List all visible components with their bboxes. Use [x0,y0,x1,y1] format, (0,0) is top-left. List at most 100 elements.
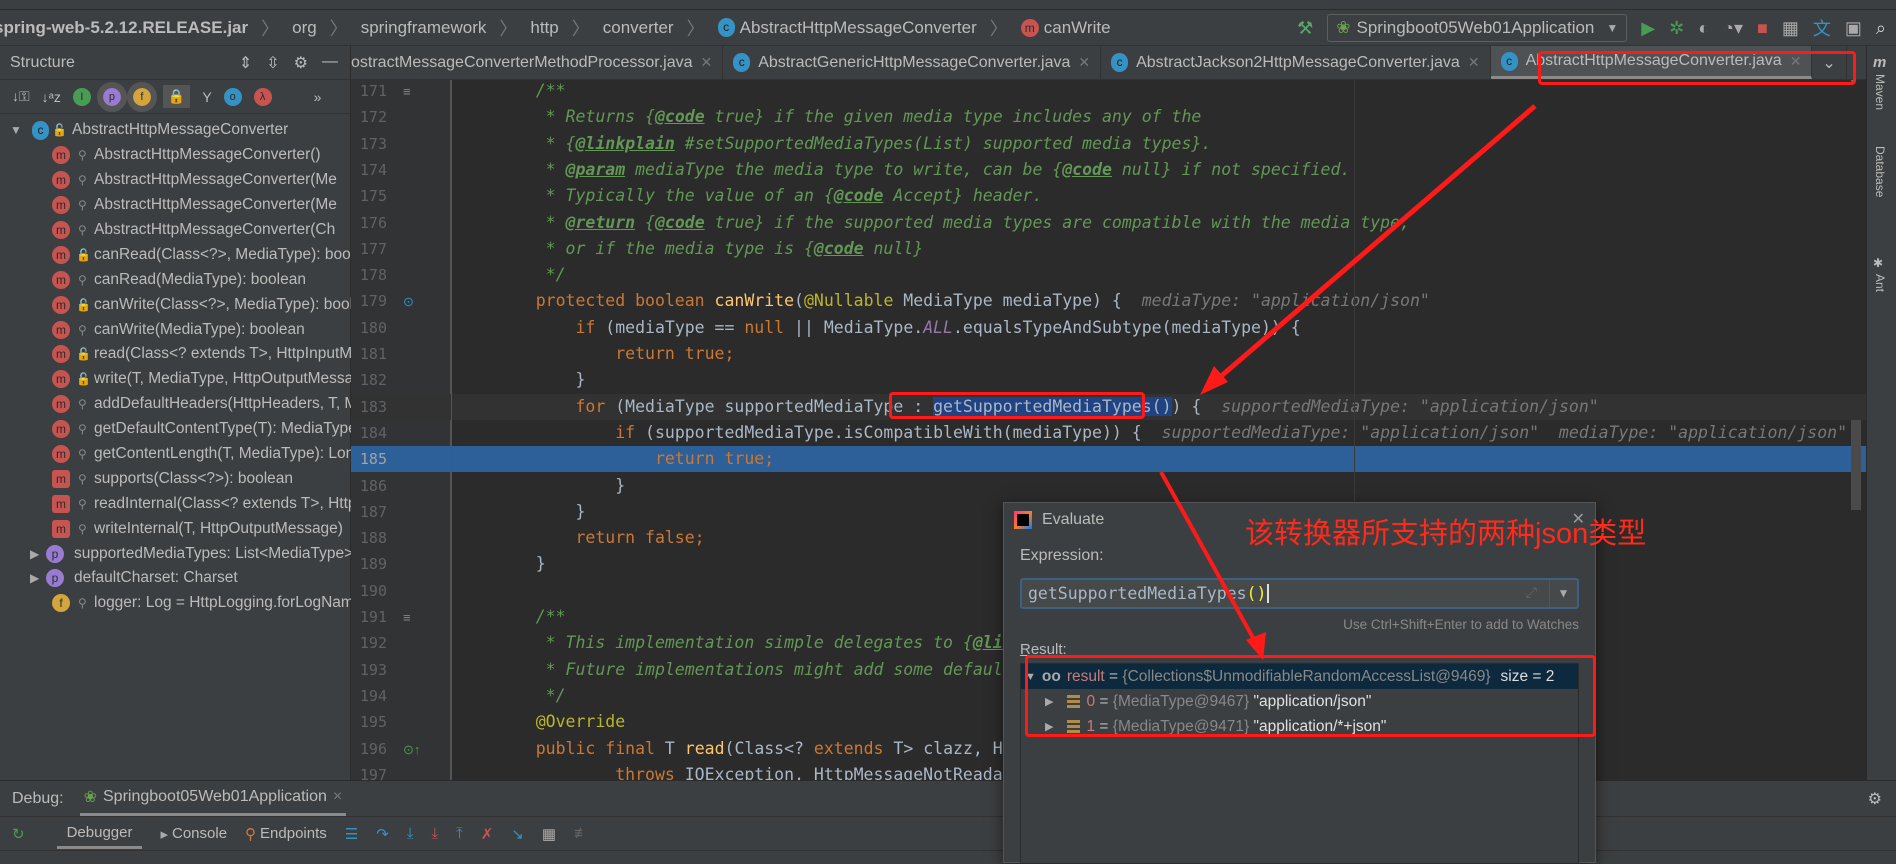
trace-icon[interactable]: ≢ [574,825,589,842]
anonymous-classes-icon[interactable]: o [223,87,242,106]
tree-item[interactable]: m ⚲ supports(Class<?>): boolean [0,466,351,491]
breakpoint-override-icon[interactable]: ⊙ [403,294,414,310]
tree-item[interactable]: m ⚲ AbstractHttpMessageConverter(Me [0,193,351,218]
lambdas-icon[interactable]: λ [253,87,272,106]
stop-icon[interactable]: ■ [1757,18,1768,39]
tab-endpoints[interactable]: Endpoints [260,825,327,842]
breadcrumb-jar[interactable]: spring-web-5.2.12.RELEASE.jar [0,18,248,38]
presentation-icon[interactable]: ▣ [1845,18,1862,39]
expand-arrow-icon[interactable]: ▼ [10,123,22,137]
tree-item[interactable]: m ⚲ AbstractHttpMessageConverter() [0,143,351,168]
show-execution-point-icon[interactable]: ↷ [376,825,389,843]
tool-database[interactable]: Database [1873,146,1887,197]
more-icon[interactable]: » [314,89,322,105]
editor-tab[interactable]: c AbstractJackson2HttpMessageConverter.ja… [1101,46,1491,79]
close-icon[interactable]: ✕ [1078,54,1090,71]
history-dropdown-icon[interactable]: ▼ [1549,580,1577,607]
debug-session-tab[interactable]: ❀ Springboot05Web01Application × [79,781,347,816]
show-properties-icon[interactable]: p [96,81,127,112]
tree-item[interactable]: m ⚲ AbstractHttpMessageConverter(Ch [0,218,351,243]
tool-ant[interactable]: Ant [1873,274,1887,292]
breadcrumb-http[interactable]: http [530,18,558,38]
expand-arrow-icon[interactable]: ▶ [1045,720,1053,733]
tree-item[interactable]: m ⚲ canRead(MediaType): boolean [0,267,351,292]
result-row[interactable]: ▼ oo result = {Collections$UnmodifiableR… [1021,664,1578,689]
expression-input[interactable]: getSupportedMediaTypes() ⤢ ▼ [1020,578,1579,609]
translate-icon[interactable]: 文 [1813,15,1831,41]
expand-icon[interactable]: ⤢ [1526,580,1537,607]
tree-item[interactable]: m ⚲ AbstractHttpMessageConverter(Me [0,168,351,193]
collapse-all-icon[interactable]: ⇳ [266,53,279,73]
run-config-select[interactable]: ❀ Springboot05Web01Application ▼ [1327,14,1628,42]
tree-item[interactable]: m 🔓canRead(Class<?>, MediaType): boolean [0,242,351,267]
editor-tab[interactable]: c AbstractGenericHttpMessageConverter.jav… [723,46,1102,79]
implements-icon[interactable]: ⊙↑ [403,742,420,758]
close-icon[interactable]: ✕ [1790,53,1802,70]
sort-visibility-icon[interactable]: ↓⚿ [12,88,30,105]
project-structure-icon[interactable]: ▦ [1782,18,1799,39]
drop-frame-icon[interactable]: ✗ [481,825,494,843]
close-icon[interactable]: ✕ [1468,54,1480,71]
tree-item[interactable]: f ⚲ logger: Log = HttpLogging.forLogName(g… [0,591,351,616]
coverage-icon[interactable]: ◐ [1698,18,1709,39]
expand-arrow-icon[interactable]: ▶ [30,547,39,561]
inherited-icon[interactable]: I [72,87,91,106]
tree-item[interactable]: ▶ p supportedMediaTypes: List<MediaType> [0,541,351,566]
step-into-icon[interactable]: ⤓ [431,825,438,842]
step-over-icon[interactable]: ⤓ [407,825,414,842]
debug-bug-icon[interactable]: ✲ [1669,18,1684,39]
rerun-icon[interactable]: ↻ [12,825,25,843]
tree-item[interactable]: m ⚲ readInternal(Class<? extends T>, HttpI… [0,491,351,516]
evaluate-icon[interactable]: ▦ [542,825,556,843]
editor-scrollbar[interactable] [1851,420,1861,510]
breadcrumb-springframework[interactable]: springframework [361,18,487,38]
minimize-icon[interactable]: — [322,53,338,73]
breadcrumb-method[interactable]: canWrite [1044,18,1111,38]
sort-alpha-icon[interactable]: ↓ᵃz [42,89,61,105]
tree-item[interactable]: m 🔓 write(T, MediaType, HttpOutputMessage) [0,367,351,392]
build-hammer-icon[interactable]: ⚒ [1297,18,1313,39]
tool-maven[interactable]: Maven [1873,74,1887,110]
editor-tabs: ostractMessageConverterMethodProcessor.j… [351,46,1866,80]
doc-render-icon[interactable]: ≡ [403,610,411,625]
doc-render-icon[interactable]: ≡ [403,84,411,99]
tab-debugger[interactable]: Debugger [56,818,143,849]
tree-item[interactable]: m 🔓read(Class<? extends T>, HttpInputMess… [0,342,351,367]
tree-item[interactable]: m ⚲ canWrite(MediaType): boolean [0,317,351,342]
expand-arrow-icon[interactable]: ▶ [1045,695,1053,708]
profile-icon[interactable]: ◔▾ [1723,18,1743,39]
search-icon[interactable]: ⌕ [1876,18,1886,39]
run-to-cursor-icon[interactable]: ↘ [511,825,524,843]
structure-panel: Structure ⇕ ⇳ ⚙ — ↓⚿ ↓ᵃz I p f 🔒 Y o λ »… [0,46,351,780]
tree-root[interactable]: ▼ c 🔓 AbstractHttpMessageConverter [0,118,351,143]
editor-tab[interactable]: c AbstractHttpMessageConverter.java ✕ [1490,46,1813,79]
tab-console[interactable]: Console [172,825,227,842]
gear-icon[interactable]: ⚙ [1868,789,1882,809]
tree-item[interactable]: m ⚲ getDefaultContentType(T): MediaType [0,417,351,442]
close-icon[interactable]: ✕ [701,54,713,71]
collapse-arrow-icon[interactable]: ▼ [1025,671,1036,683]
field-icon: f [52,594,70,613]
tree-item[interactable]: m ⚲ addDefaultHeaders(HttpHeaders, T, Medi… [0,392,351,417]
tree-item[interactable]: m ⚲ writeInternal(T, HttpOutputMessage) [0,516,351,541]
run-icon[interactable]: ▶ [1641,18,1655,39]
breadcrumb-org[interactable]: org [292,18,317,38]
show-non-public-icon[interactable]: 🔒 [162,85,191,108]
result-item[interactable]: ▶ 1 = {MediaType@9471} "application/*+js… [1021,714,1578,739]
step-out-icon[interactable]: ⤒ [456,825,463,842]
show-fields-icon[interactable]: f [126,81,157,112]
close-icon[interactable]: × [333,788,342,806]
editor-tab[interactable]: ostractMessageConverterMethodProcessor.j… [351,46,724,79]
tree-item[interactable]: ▶ p defaultCharset: Charset [0,566,351,591]
result-item[interactable]: ▶ 0 = {MediaType@9467} "application/json… [1021,689,1578,714]
tree-item[interactable]: m ⚲ getContentLength(T, MediaType): Long [0,442,351,467]
lambda-filter-icon[interactable]: Y [202,89,211,105]
gear-icon[interactable]: ⚙ [294,53,308,73]
tabs-overflow-chevron-icon[interactable]: ⌄ [1812,46,1847,79]
expand-all-icon[interactable]: ⇕ [239,53,252,73]
expand-arrow-icon[interactable]: ▶ [30,571,39,585]
tree-item[interactable]: m 🔓 canWrite(Class<?>, MediaType): boolean [0,292,351,317]
breadcrumb-class[interactable]: AbstractHttpMessageConverter [740,18,977,38]
breadcrumb-converter[interactable]: converter [603,18,674,38]
layout-icon[interactable]: ☰ [345,825,358,843]
